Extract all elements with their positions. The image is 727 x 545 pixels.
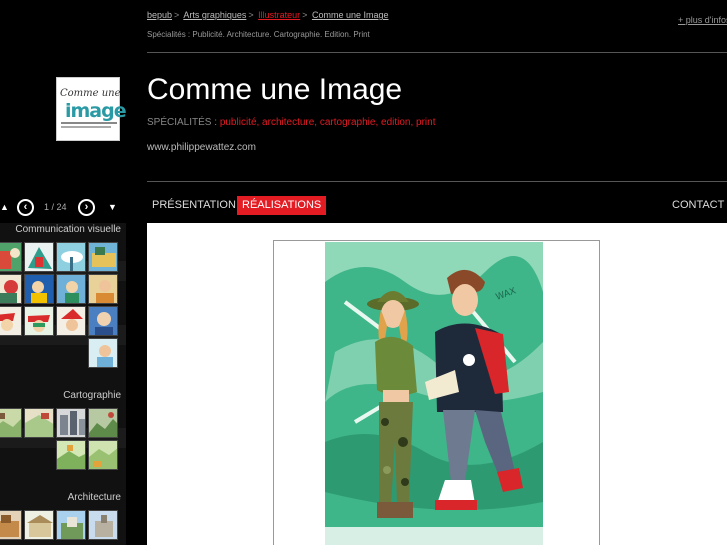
breadcrumb: bepub > Arts graphiques > Illustrateur > Co…	[147, 10, 389, 20]
next-icon[interactable]: ›	[78, 199, 95, 216]
thumbnail[interactable]	[56, 306, 86, 336]
specialties-label: SPÉCIALITÉS :	[147, 117, 218, 128]
thumbnail[interactable]	[88, 510, 118, 540]
page-counter: 1 / 24	[44, 202, 67, 212]
breadcrumb-separator: >	[248, 10, 254, 20]
gallery-pager: ▲ ‹ 1 / 24 › ▼	[0, 199, 126, 217]
breadcrumb-link-illustrateur[interactable]: Illustrateur	[258, 10, 300, 20]
tab-contact[interactable]: CONTACT	[667, 196, 727, 215]
gallery-sidebar: Communication visuelle Cartographie Arch…	[0, 223, 126, 545]
divider	[147, 52, 727, 53]
thumbnail[interactable]	[0, 306, 22, 336]
logo-text-main: image	[65, 100, 127, 122]
logo-text-top: Comme une	[60, 88, 121, 99]
logo-tagline-bar	[61, 122, 117, 124]
thumbnail[interactable]	[88, 408, 118, 438]
breadcrumb-link-bepub[interactable]: bepub	[147, 10, 172, 20]
thumbnail[interactable]	[0, 242, 22, 272]
thumbnail[interactable]	[88, 440, 118, 470]
thumbnail[interactable]	[56, 440, 86, 470]
breadcrumb-link-arts-graphiques[interactable]: Arts graphiques	[183, 10, 246, 20]
specialties-line: Spécialités : Publicité. Architecture. C…	[147, 30, 370, 39]
thumbnail[interactable]	[24, 408, 54, 438]
more-info-link[interactable]: + plus d'infos	[678, 15, 727, 25]
thumbnail[interactable]	[24, 274, 54, 304]
section-title-communication: Communication visuelle	[15, 224, 121, 235]
thumbnail[interactable]	[88, 306, 118, 336]
thumbnail[interactable]	[24, 242, 54, 272]
artwork-frame: WAX	[273, 240, 600, 545]
thumbnail[interactable]	[0, 510, 22, 540]
company-logo: Comme une image	[56, 77, 127, 141]
scroll-down-icon[interactable]: ▼	[108, 202, 117, 212]
divider	[147, 181, 727, 182]
thumbnail[interactable]	[88, 274, 118, 304]
main-content: WAX	[147, 223, 727, 545]
thumbnail[interactable]	[56, 242, 86, 272]
thumbnail[interactable]	[0, 274, 22, 304]
breadcrumb-separator: >	[302, 10, 308, 20]
previous-icon[interactable]: ‹	[17, 199, 34, 216]
website-link[interactable]: www.philippewattez.com	[147, 142, 256, 153]
tab-realisations[interactable]: RÉALISATIONS	[237, 196, 327, 215]
artwork-image[interactable]: WAX	[325, 242, 543, 545]
specialties-values: publicité, architecture, cartographie, e…	[219, 117, 436, 128]
section-title-architecture: Architecture	[67, 492, 121, 503]
thumbnail[interactable]	[88, 242, 118, 272]
thumbnail[interactable]	[56, 510, 86, 540]
thumbnail[interactable]	[0, 408, 22, 438]
page-title: Comme une Image	[147, 73, 403, 106]
specialties: SPÉCIALITÉS : publicité, architecture, c…	[147, 117, 436, 128]
thumbnail[interactable]	[56, 408, 86, 438]
thumbnail[interactable]	[24, 306, 54, 336]
tab-presentation[interactable]: PRÉSENTATION	[147, 196, 241, 215]
thumbnail[interactable]	[24, 510, 54, 540]
scroll-up-icon[interactable]: ▲	[0, 202, 9, 212]
thumbnail[interactable]	[56, 274, 86, 304]
section-title-cartographie: Cartographie	[63, 390, 121, 401]
logo-tagline-bar	[61, 126, 111, 128]
breadcrumb-separator: >	[174, 10, 180, 20]
thumbnail[interactable]	[88, 338, 118, 368]
breadcrumb-link-current[interactable]: Comme une Image	[312, 10, 389, 20]
